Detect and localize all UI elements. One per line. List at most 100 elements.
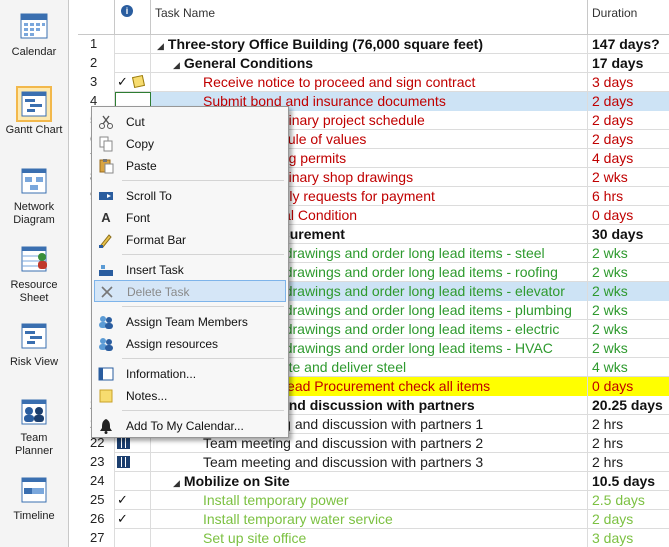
task-name-text: Install temporary power: [203, 492, 349, 508]
task-row[interactable]: 24 ◢ Mobilize on Site 10.5 days: [78, 472, 669, 491]
view-network-diagram[interactable]: Network Diagram: [0, 165, 68, 227]
view-calendar[interactable]: Calendar: [0, 10, 68, 59]
menu-item-assign-resources[interactable]: Assign resources: [94, 333, 286, 355]
task-name-cell[interactable]: Set up site office: [151, 529, 588, 547]
row-id-cell[interactable]: 23: [78, 453, 115, 472]
task-row[interactable]: 23 Team meeting and discussion with partn…: [78, 453, 669, 472]
view-risk-view[interactable]: Risk View: [0, 320, 68, 369]
duration-cell[interactable]: 0 days: [588, 377, 669, 396]
row-id-cell[interactable]: 3: [78, 73, 115, 92]
duration-cell[interactable]: 147 days?: [588, 35, 669, 54]
view-resource-sheet[interactable]: Resource Sheet: [0, 243, 68, 305]
view-team-planner[interactable]: Team Planner: [0, 396, 68, 458]
duration-cell[interactable]: 2 days: [588, 130, 669, 149]
menu-label: Notes...: [126, 389, 168, 403]
menu-item-cut[interactable]: Cut: [94, 111, 286, 133]
select-all-corner[interactable]: [78, 0, 115, 35]
duration-cell[interactable]: 2 hrs: [588, 434, 669, 453]
menu-item-font[interactable]: A Font: [94, 207, 286, 229]
completed-check-icon: ✓: [117, 511, 128, 526]
collapse-triangle-icon[interactable]: ◢: [157, 41, 164, 51]
completed-check-icon: ✓: [117, 492, 128, 507]
indicator-cell: [115, 453, 151, 472]
menu-item-add-to-my-calendar[interactable]: Add To My Calendar...: [94, 415, 286, 437]
duration-cell[interactable]: 2 days: [588, 111, 669, 130]
menu-item-copy[interactable]: Copy: [94, 133, 286, 155]
duration-cell[interactable]: 4 wks: [588, 358, 669, 377]
menu-item-paste[interactable]: Paste: [94, 155, 286, 177]
duration-cell[interactable]: 30 days: [588, 225, 669, 244]
indicators-column-header[interactable]: i: [115, 0, 151, 35]
duration-column-header[interactable]: Duration: [588, 0, 669, 35]
team-members-icon: [98, 314, 114, 330]
duration-cell[interactable]: 2 days: [588, 92, 669, 111]
duration-cell[interactable]: 6 hrs: [588, 187, 669, 206]
menu-item-insert-task[interactable]: Insert Task: [94, 259, 286, 281]
menu-item-delete-task[interactable]: Delete Task: [94, 280, 286, 302]
row-id-cell[interactable]: 24: [78, 472, 115, 491]
task-name-cell[interactable]: Install temporary power: [151, 491, 588, 510]
duration-cell[interactable]: 2 wks: [588, 339, 669, 358]
menu-label: Assign Team Members: [126, 315, 248, 329]
task-name-cell[interactable]: ◢ Three-story Office Building (76,000 squ…: [151, 35, 588, 54]
note-icon[interactable]: [131, 74, 146, 89]
duration-cell[interactable]: 2 hrs: [588, 415, 669, 434]
team-planner-icon: [18, 396, 50, 428]
menu-item-format-bar[interactable]: Format Bar: [94, 229, 286, 251]
duration-cell[interactable]: 10.5 days: [588, 472, 669, 491]
task-name-text: Team meeting and discussion with partner…: [203, 454, 484, 470]
menu-label: Insert Task: [126, 263, 184, 277]
duration-cell[interactable]: 4 days: [588, 149, 669, 168]
task-name-cell[interactable]: Receive notice to proceed and sign contr…: [151, 73, 588, 92]
menu-item-scroll-to[interactable]: Scroll To: [94, 185, 286, 207]
task-name-cell[interactable]: ◢ General Conditions: [151, 54, 588, 73]
task-name-text: Receive notice to proceed and sign contr…: [203, 74, 476, 90]
collapse-triangle-icon[interactable]: ◢: [173, 60, 180, 70]
assign-resources-icon: [98, 336, 114, 352]
duration-cell[interactable]: 2 wks: [588, 244, 669, 263]
task-row[interactable]: 25 ✓ Install temporary power 2.5 days: [78, 491, 669, 510]
task-name-text: General Conditions: [183, 55, 314, 71]
view-label: Timeline: [13, 510, 55, 522]
task-row[interactable]: 3 ✓ Receive notice to proceed and sign con…: [78, 73, 669, 92]
font-icon: A: [101, 210, 111, 225]
task-name-cell[interactable]: Install temporary water service: [151, 510, 588, 529]
row-id-cell[interactable]: 25: [78, 491, 115, 510]
row-id-cell[interactable]: 2: [78, 54, 115, 73]
row-id-cell[interactable]: 26: [78, 510, 115, 529]
row-id-cell[interactable]: 1: [78, 35, 115, 54]
duration-cell[interactable]: 2 wks: [588, 320, 669, 339]
menu-label: Delete Task: [127, 285, 190, 299]
task-row[interactable]: 27 Set up site office 3 days: [78, 529, 669, 547]
duration-cell[interactable]: 3 days: [588, 529, 669, 547]
risk-view-icon: [18, 320, 50, 352]
task-row[interactable]: 26 ✓ Install temporary water service 2 days: [78, 510, 669, 529]
view-gantt-chart[interactable]: Gantt Chart: [0, 86, 68, 137]
network-diagram-icon: [18, 165, 50, 197]
collapse-triangle-icon[interactable]: ◢: [173, 478, 180, 488]
task-row[interactable]: 1 ◢ Three-story Office Building (76,000 sq…: [78, 35, 669, 54]
duration-cell[interactable]: 0 days: [588, 206, 669, 225]
task-name-cell[interactable]: Team meeting and discussion with partner…: [151, 453, 588, 472]
duration-cell[interactable]: 2 wks: [588, 168, 669, 187]
duration-cell[interactable]: 2 wks: [588, 282, 669, 301]
task-row[interactable]: 2 ◢ General Conditions 17 days: [78, 54, 669, 73]
gantt-chart-icon: [16, 86, 52, 122]
duration-cell[interactable]: 2 wks: [588, 301, 669, 320]
indicator-cell: [115, 54, 151, 73]
menu-item-information[interactable]: Information...: [94, 363, 286, 385]
indicator-cell: [115, 35, 151, 54]
duration-cell[interactable]: 2.5 days: [588, 491, 669, 510]
duration-cell[interactable]: 3 days: [588, 73, 669, 92]
duration-cell[interactable]: 17 days: [588, 54, 669, 73]
menu-item-notes[interactable]: Notes...: [94, 385, 286, 407]
duration-cell[interactable]: 20.25 days: [588, 396, 669, 415]
menu-item-assign-team-members[interactable]: Assign Team Members: [94, 311, 286, 333]
duration-cell[interactable]: 2 wks: [588, 263, 669, 282]
duration-cell[interactable]: 2 hrs: [588, 453, 669, 472]
task-name-column-header[interactable]: Task Name: [151, 0, 588, 35]
duration-cell[interactable]: 2 days: [588, 510, 669, 529]
row-id-cell[interactable]: 27: [78, 529, 115, 547]
task-name-cell[interactable]: ◢ Mobilize on Site: [151, 472, 588, 491]
view-timeline[interactable]: Timeline: [0, 474, 68, 523]
